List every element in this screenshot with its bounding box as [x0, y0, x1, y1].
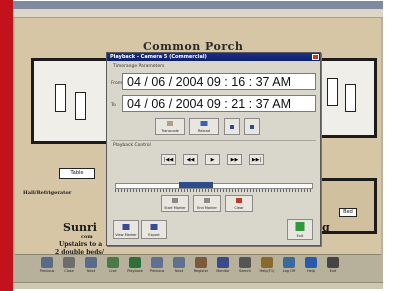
- export-button[interactable]: Export: [141, 220, 167, 239]
- help-icon: [305, 257, 317, 268]
- toolbar-button-12[interactable]: Help: [301, 257, 321, 279]
- monitor-icon: [217, 257, 229, 268]
- plan-door-label-right-1: [327, 78, 338, 106]
- toolbar-button-13[interactable]: Exit: [323, 257, 343, 279]
- view-marker-icon: [122, 224, 130, 230]
- app-titlebar: [13, 1, 383, 9]
- end-marker-icon: [204, 198, 210, 203]
- toolbar-button-1[interactable]: Close: [59, 257, 79, 279]
- playback-slider-ticks: [115, 189, 311, 192]
- end-marker-button[interactable]: End Marker: [193, 195, 221, 212]
- step-up-button[interactable]: [244, 118, 260, 135]
- camera-previous-icon: [151, 257, 163, 268]
- plan-footer-small: com: [81, 234, 93, 240]
- toolbar-button-2[interactable]: Next: [81, 257, 101, 279]
- arrow-down-icon: [230, 125, 234, 129]
- playback-dialog: Playback - Camera 5 (Commercial) Timeran…: [106, 52, 321, 246]
- app-window: Common Porch Table Hall/Refrigerator Bed…: [13, 1, 383, 289]
- step-down-button[interactable]: [224, 118, 240, 135]
- toolbar-button-9[interactable]: Search: [235, 257, 255, 279]
- playback-control-label: Playback Control: [113, 143, 151, 148]
- start-marker-button[interactable]: Start Marker: [161, 195, 189, 212]
- close-icon: [63, 257, 75, 268]
- clear-button[interactable]: Clear: [225, 195, 253, 212]
- next-icon: [85, 257, 97, 268]
- close-icon[interactable]: [312, 54, 319, 60]
- from-datetime-input[interactable]: 04 / 06 / 2004 09 : 16 : 37 AM: [122, 73, 316, 90]
- dialog-titlebar: Playback - Camera 5 (Commercial): [107, 53, 320, 61]
- playback-icon: [129, 257, 141, 268]
- reload-button[interactable]: Reload: [189, 118, 219, 135]
- plan-door-label-left-2: [75, 92, 86, 120]
- plan-table-label: Table: [59, 168, 95, 179]
- toolbar-button-11[interactable]: Log Off: [279, 257, 299, 279]
- live-icon: [107, 257, 119, 268]
- toolbar-button-4[interactable]: Playback: [125, 257, 145, 279]
- plan-door-label-left-1: [55, 84, 66, 112]
- timerange-label: Timerange Parameters: [113, 64, 165, 69]
- toolbar-button-5[interactable]: Previous: [147, 257, 167, 279]
- main-toolbar: Previous Close Next Live Playback Previo…: [15, 254, 381, 283]
- divider: [111, 140, 316, 141]
- register-icon: [195, 257, 207, 268]
- plan-footer-title: Sunri: [63, 221, 97, 234]
- status-bar: [13, 282, 383, 289]
- rewind-button[interactable]: ◀◀: [183, 154, 198, 165]
- reload-icon: [200, 121, 208, 126]
- exit-icon: [327, 257, 339, 268]
- export-icon: [150, 224, 158, 230]
- log-off-icon: [283, 257, 295, 268]
- plan-door-label-right-2: [345, 84, 356, 112]
- transcode-icon: [167, 121, 173, 126]
- search-icon: [239, 257, 251, 268]
- dialog-title: Playback - Camera 5 (Commercial): [110, 54, 207, 60]
- desktop-background: [0, 0, 13, 291]
- from-label: From: [111, 81, 123, 86]
- go-to-end-button[interactable]: ▶▶|: [249, 154, 264, 165]
- playback-slider-thumb[interactable]: [179, 182, 213, 188]
- plan-footer-sub1: Upstairs to a: [59, 241, 103, 248]
- help-f1-icon: [261, 257, 273, 268]
- plan-bed-label: Bed: [339, 208, 357, 217]
- plan-room-left: [31, 58, 109, 144]
- toolbar-button-6[interactable]: Next: [169, 257, 189, 279]
- clear-x-icon: [236, 198, 242, 203]
- to-datetime-input[interactable]: 04 / 06 / 2004 09 : 21 : 37 AM: [122, 95, 316, 112]
- go-to-start-button[interactable]: |◀◀: [161, 154, 176, 165]
- toolbar-button-7[interactable]: Register: [191, 257, 211, 279]
- exit-icon: [295, 222, 305, 231]
- plan-hallway-label: Hall/Refrigerator: [23, 190, 72, 196]
- previous-icon: [41, 257, 53, 268]
- to-label: To: [111, 103, 116, 108]
- arrow-up-icon: [250, 125, 254, 129]
- play-button[interactable]: ▶: [205, 154, 220, 165]
- toolbar-button-0[interactable]: Previous: [37, 257, 57, 279]
- app-menubar: [13, 9, 383, 18]
- transcode-button[interactable]: Transcode: [155, 118, 185, 135]
- exit-button[interactable]: Exit: [287, 219, 313, 240]
- start-marker-icon: [172, 198, 178, 203]
- plan-footer-title-right: g: [322, 221, 330, 234]
- toolbar-button-10[interactable]: Help(F1): [257, 257, 277, 279]
- toolbar-button-8[interactable]: Monitor: [213, 257, 233, 279]
- fast-forward-button[interactable]: ▶▶: [227, 154, 242, 165]
- toolbar-button-3[interactable]: Live: [103, 257, 123, 279]
- view-marker-button[interactable]: View Marker: [113, 220, 139, 239]
- camera-next-icon: [173, 257, 185, 268]
